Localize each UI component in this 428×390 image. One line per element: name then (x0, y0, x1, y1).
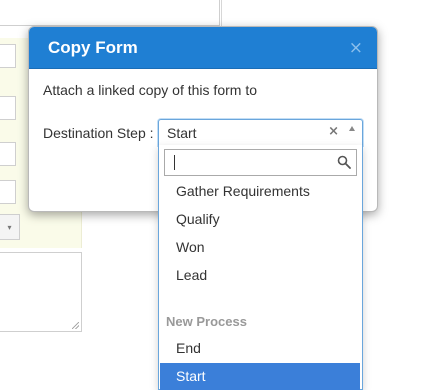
background-field-4[interactable] (0, 180, 16, 204)
group-label-new-process: New Process (166, 314, 247, 329)
destination-step-label: Destination Step : (43, 125, 154, 141)
dropdown-search (164, 149, 357, 176)
search-icon (337, 155, 351, 169)
select-dropdown: Gather Requirements Qualify Won Lead New… (158, 145, 363, 390)
clear-selection-icon[interactable]: × (328, 124, 339, 139)
background-field-1[interactable] (0, 44, 16, 68)
option-won[interactable]: Won (160, 234, 360, 261)
dialog-message: Attach a linked copy of this form to (43, 82, 257, 98)
resize-grip-icon[interactable] (72, 322, 79, 329)
close-icon[interactable]: × (349, 40, 363, 57)
option-lead[interactable]: Lead (160, 262, 360, 289)
background-field-2[interactable] (0, 96, 16, 120)
option-gather-requirements[interactable]: Gather Requirements (160, 178, 360, 205)
background-field-3[interactable] (0, 142, 16, 166)
dropdown-search-input[interactable] (165, 150, 335, 175)
background-textarea[interactable] (0, 252, 82, 332)
option-start-highlighted[interactable]: Start (160, 363, 360, 390)
text-caret (174, 155, 175, 170)
dialog-title: Copy Form (48, 38, 138, 57)
select-current-value: Start (167, 125, 197, 141)
option-end[interactable]: End (160, 335, 360, 362)
dialog-header: Copy Form × (29, 27, 377, 69)
option-qualify[interactable]: Qualify (160, 206, 360, 233)
destination-step-select[interactable]: Start × (158, 119, 363, 146)
chevron-up-icon[interactable] (349, 126, 355, 131)
background-select-arrow-icon[interactable]: ▾ (0, 214, 20, 240)
background-top-field[interactable] (0, 0, 220, 26)
